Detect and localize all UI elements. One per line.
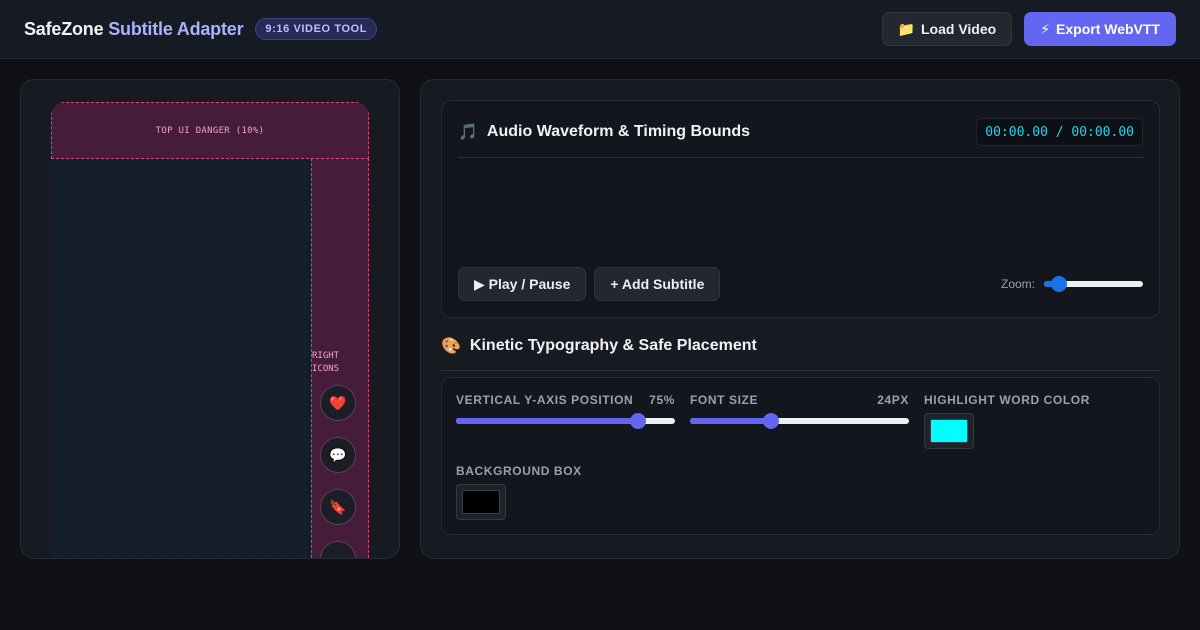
comment-icon: 💬 <box>320 437 356 473</box>
load-video-label: Load Video <box>920 21 997 37</box>
zoom-label: Zoom: <box>1000 277 1035 291</box>
typography-controls-card: Vertical Y-Axis Position 75% Font Size 2… <box>441 377 1160 535</box>
lightning-icon: ⚡ <box>1040 20 1051 37</box>
top-danger-label: TOP UI DANGER (10%) <box>155 125 265 136</box>
background-color-swatch <box>462 490 500 514</box>
zoom-control: Zoom: <box>1001 276 1143 292</box>
font-size-value: 24px <box>877 393 909 407</box>
video-tool-badge: 9:16 VIDEO TOOL <box>255 18 378 40</box>
background-box-label: Background Box <box>456 464 582 478</box>
preview-panel: TOP UI DANGER (10%) RIGHT ICONS ❤️ 💬 🔖 <box>20 79 400 559</box>
highlight-color-picker[interactable] <box>924 413 974 449</box>
zoom-slider[interactable] <box>1044 276 1143 292</box>
folder-icon: 📁 <box>897 20 915 37</box>
play-pause-button[interactable]: ▶ Play / Pause <box>458 267 587 301</box>
export-webvtt-button[interactable]: ⚡ Export WebVTT <box>1024 12 1176 46</box>
audio-card-header: 🎵 Audio Waveform & Timing Bounds 00:00.0… <box>458 115 1143 158</box>
video-preview-frame: TOP UI DANGER (10%) RIGHT ICONS ❤️ 💬 🔖 <box>51 102 369 558</box>
audio-waveform-card: 🎵 Audio Waveform & Timing Bounds 00:00.0… <box>441 100 1160 318</box>
app-title: SafeZone Subtitle Adapter <box>24 18 244 40</box>
waveform-canvas[interactable] <box>458 161 1143 261</box>
highlight-color-swatch <box>930 419 968 443</box>
audio-section-title: Audio Waveform & Timing Bounds <box>486 123 751 140</box>
background-color-picker[interactable] <box>456 484 506 520</box>
y-position-slider[interactable] <box>456 413 675 429</box>
heart-icon: ❤️ <box>320 385 356 421</box>
brand-subtitle: Subtitle Adapter <box>108 18 244 39</box>
font-size-slider[interactable] <box>690 413 909 429</box>
export-webvtt-label: Export WebVTT <box>1056 21 1160 37</box>
y-position-value: 75% <box>649 393 675 407</box>
highlight-color-label: Highlight Word Color <box>924 393 1090 407</box>
typography-title: Kinetic Typography & Safe Placement <box>469 337 757 354</box>
top-danger-zone: TOP UI DANGER (10%) <box>51 102 369 159</box>
add-subtitle-button[interactable]: + Add Subtitle <box>594 267 721 301</box>
controls-panel: 🎵 Audio Waveform & Timing Bounds 00:00.0… <box>420 79 1180 559</box>
load-video-button[interactable]: 📁 Load Video <box>881 12 1013 46</box>
palette-icon: 🎨 <box>441 338 461 355</box>
header-actions: 📁 Load Video ⚡ Export WebVTT <box>881 12 1176 46</box>
bookmark-icon: 🔖 <box>320 489 356 525</box>
typography-section-title: 🎨 Kinetic Typography & Safe Placement <box>441 336 757 356</box>
brand-name: SafeZone <box>24 18 104 39</box>
app-header: SafeZone Subtitle Adapter 9:16 VIDEO TOO… <box>0 0 1200 59</box>
audio-controls: ▶ Play / Pause + Add Subtitle Zoom: <box>458 267 1143 301</box>
section-divider <box>441 370 1160 371</box>
timecode-display: 00:00.00 / 00:00.00 <box>976 118 1143 146</box>
music-note-icon: 🎵 <box>458 124 478 141</box>
right-icons-label: RIGHT ICONS <box>312 351 340 374</box>
